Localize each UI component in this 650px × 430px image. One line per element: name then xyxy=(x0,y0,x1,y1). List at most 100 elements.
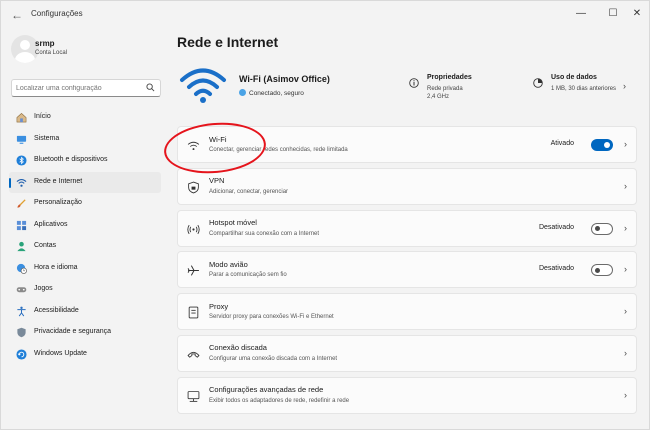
network-status: Conectado, seguro xyxy=(239,89,304,97)
row-advanced-network[interactable]: Configurações avançadas de rede Exibir t… xyxy=(177,376,637,414)
settings-window: ← Configurações — ☐ ✕ srmp Conta Local I… xyxy=(0,0,650,430)
sidebar-item-aplicativos[interactable]: Aplicativos xyxy=(9,215,161,237)
monitor-icon xyxy=(16,135,27,144)
row-state: Desativado xyxy=(538,223,574,231)
brush-icon xyxy=(17,199,26,208)
row-subtitle: Exibir todos os adaptadores de rede, red… xyxy=(209,397,350,404)
search-icon[interactable] xyxy=(146,83,155,92)
user-name: srmp xyxy=(35,39,55,48)
airplane-icon xyxy=(187,265,199,277)
update-icon xyxy=(16,348,27,360)
sidebar-item-label: Bluetooth e dispositivos xyxy=(34,156,108,163)
sidebar-item-label: Sistema xyxy=(34,134,60,142)
sidebar-item-label: Aplicativos xyxy=(34,220,68,228)
network-name: Wi-Fi (Asimov Office) xyxy=(239,74,330,84)
chevron-right-icon: › xyxy=(624,389,627,400)
apps-icon xyxy=(16,220,27,230)
row-wifi[interactable]: Wi-Fi Conectar, gerenciar redes conhecid… xyxy=(177,126,637,163)
hotspot-toggle[interactable] xyxy=(591,222,613,235)
row-proxy[interactable]: Proxy Servidor proxy para conexões Wi-Fi… xyxy=(177,293,637,331)
window-title: Configurações xyxy=(31,9,83,18)
sidebar-item-label: Personalização xyxy=(34,199,82,206)
close-button[interactable]: ✕ xyxy=(623,4,650,24)
sidebar-item-privacidade[interactable]: Privacidade e segurança xyxy=(9,322,161,344)
row-title: Hotspot móvel xyxy=(209,218,257,228)
properties-title: Propriedades xyxy=(427,74,472,81)
sidebar-item-bluetooth[interactable]: Bluetooth e dispositivos xyxy=(9,150,161,172)
sidebar-nav: Início Sistema Bluetooth e dispositivos … xyxy=(9,107,161,365)
row-hotspot[interactable]: Hotspot móvel Compartilhar sua conexão c… xyxy=(177,209,637,247)
minimize-button[interactable]: — xyxy=(567,4,595,24)
wifi-icon xyxy=(16,178,27,187)
airplane-mode-toggle[interactable] xyxy=(591,264,613,277)
row-subtitle: Parar a comunicação sem fio xyxy=(209,272,287,279)
chevron-right-icon: › xyxy=(624,347,627,358)
data-usage-title: Uso de dados xyxy=(551,74,597,81)
row-state: Ativado xyxy=(550,140,574,147)
sidebar-item-label: Acessibilidade xyxy=(34,306,79,314)
sidebar-item-label: Windows Update xyxy=(34,349,87,357)
wifi-toggle[interactable] xyxy=(591,139,613,151)
bluetooth-icon xyxy=(16,155,27,166)
row-subtitle: Configurar uma conexão discada com a Int… xyxy=(209,355,338,362)
row-title: Wi-Fi xyxy=(209,134,227,144)
network-adapter-icon xyxy=(187,390,200,402)
proxy-icon xyxy=(188,306,199,319)
sidebar-item-contas[interactable]: Contas xyxy=(9,236,161,258)
chevron-right-icon: › xyxy=(624,264,627,275)
sidebar-item-label: Privacidade e segurança xyxy=(34,328,112,335)
sidebar-item-inicio[interactable]: Início xyxy=(9,107,161,129)
row-dialup[interactable]: Conexão discada Configurar uma conexão d… xyxy=(177,334,637,372)
back-arrow-icon[interactable]: ← xyxy=(9,7,25,23)
wifi-large-icon xyxy=(180,68,226,103)
row-title: Configurações avançadas de rede xyxy=(209,385,324,395)
sidebar-item-acessibilidade[interactable]: Acessibilidade xyxy=(9,301,161,323)
shield-icon xyxy=(17,327,26,338)
row-title: Modo avião xyxy=(209,259,248,269)
gamepad-icon xyxy=(16,287,27,293)
network-status-text: Conectado, seguro xyxy=(249,90,304,97)
dialup-icon xyxy=(187,351,200,358)
sidebar-item-label: Início xyxy=(34,113,51,120)
chevron-right-icon: › xyxy=(624,222,627,233)
sidebar-item-rede-internet[interactable]: Rede e Internet xyxy=(9,171,161,193)
row-subtitle: Servidor proxy para conexões Wi-Fi e Eth… xyxy=(209,314,334,321)
row-title: Conexão discada xyxy=(209,343,267,353)
row-state: Desativado xyxy=(538,265,574,273)
chevron-right-icon: › xyxy=(624,306,627,317)
home-icon xyxy=(16,113,27,123)
wifi-icon xyxy=(187,141,200,151)
search-box[interactable] xyxy=(11,79,161,97)
sidebar-item-jogos[interactable]: Jogos xyxy=(9,279,161,301)
search-input[interactable] xyxy=(16,82,141,94)
row-subtitle: Conectar, gerenciar redes conhecidas, re… xyxy=(209,147,348,153)
sidebar-item-sistema[interactable]: Sistema xyxy=(9,129,161,151)
row-airplane-mode[interactable]: Modo avião Parar a comunicação sem fio D… xyxy=(177,251,637,289)
globe-icon xyxy=(239,89,246,96)
sidebar-item-label: Rede e Internet xyxy=(34,177,83,185)
sidebar-item-personalizacao[interactable]: Personalização xyxy=(9,193,161,215)
row-subtitle: Adicionar, conectar, gerenciar xyxy=(209,188,289,195)
person-icon xyxy=(17,241,26,252)
sidebar-item-hora-idioma[interactable]: Hora e idioma xyxy=(9,258,161,280)
user-account-type: Conta Local xyxy=(35,50,68,56)
title-bar: ← Configurações — ☐ ✕ xyxy=(1,1,649,29)
chevron-right-icon[interactable]: › xyxy=(623,81,626,91)
data-usage-subtitle: 1 MB, 30 dias anteriores xyxy=(551,86,617,92)
sidebar-item-label: Hora e idioma xyxy=(34,263,78,271)
chevron-right-icon: › xyxy=(624,180,627,191)
sidebar-item-label: Contas xyxy=(34,242,57,249)
row-subtitle: Compartilhar sua conexão com a Internet xyxy=(209,230,320,237)
sidebar-item-windows-update[interactable]: Windows Update xyxy=(9,344,161,366)
row-title: Proxy xyxy=(209,301,229,311)
row-title: VPN xyxy=(209,176,225,186)
row-vpn[interactable]: VPN Adicionar, conectar, gerenciar › xyxy=(177,167,637,205)
settings-list: Wi-Fi Conectar, gerenciar redes conhecid… xyxy=(177,126,637,419)
sidebar-item-label: Jogos xyxy=(34,285,53,292)
globe-clock-icon xyxy=(16,263,27,274)
hotspot-icon xyxy=(187,224,200,234)
vpn-shield-icon xyxy=(188,181,199,194)
info-icon xyxy=(409,78,419,88)
properties-subtitle: Rede privada 2,4 GHz xyxy=(427,86,463,100)
accessibility-icon xyxy=(17,306,26,316)
